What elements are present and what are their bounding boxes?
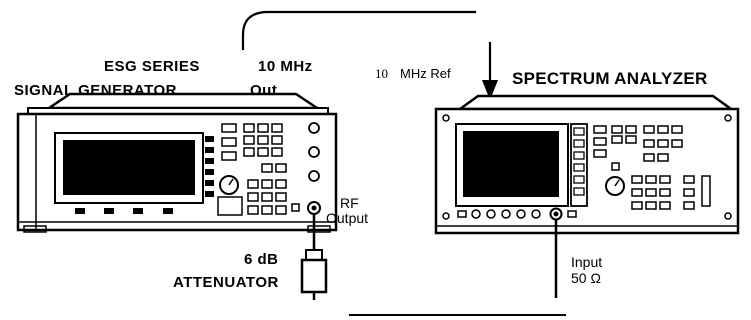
ref-in-label: MHz Ref (400, 66, 451, 81)
signal-generator (16, 92, 338, 233)
attenuator-icon (300, 249, 328, 294)
spectrum-analyzer (434, 94, 740, 235)
sg-out-freq: 10 MHz (258, 58, 313, 75)
rf-output-label-line1: RF (340, 195, 359, 211)
sa-title: SPECTRUM ANALYZER (512, 69, 708, 88)
sg-label-line1: ESG SERIES (104, 58, 200, 75)
attenuator-value: 6 dB (244, 251, 279, 268)
sa-input-label-line1: Input (571, 254, 603, 270)
attenuator-name: ATTENUATOR (173, 274, 279, 291)
setup-diagram: ESG SERIES 10 MHz SIGNAL GENERATOR Out 1… (0, 0, 751, 320)
ref-in-number: 10 (375, 66, 388, 81)
sg-label-line2: SIGNAL GENERATOR (14, 82, 178, 99)
rf-output-label-line2: Output (326, 210, 369, 226)
sa-input-label-line2: 50 Ω (571, 270, 601, 286)
sg-out-word: Out (250, 82, 278, 99)
